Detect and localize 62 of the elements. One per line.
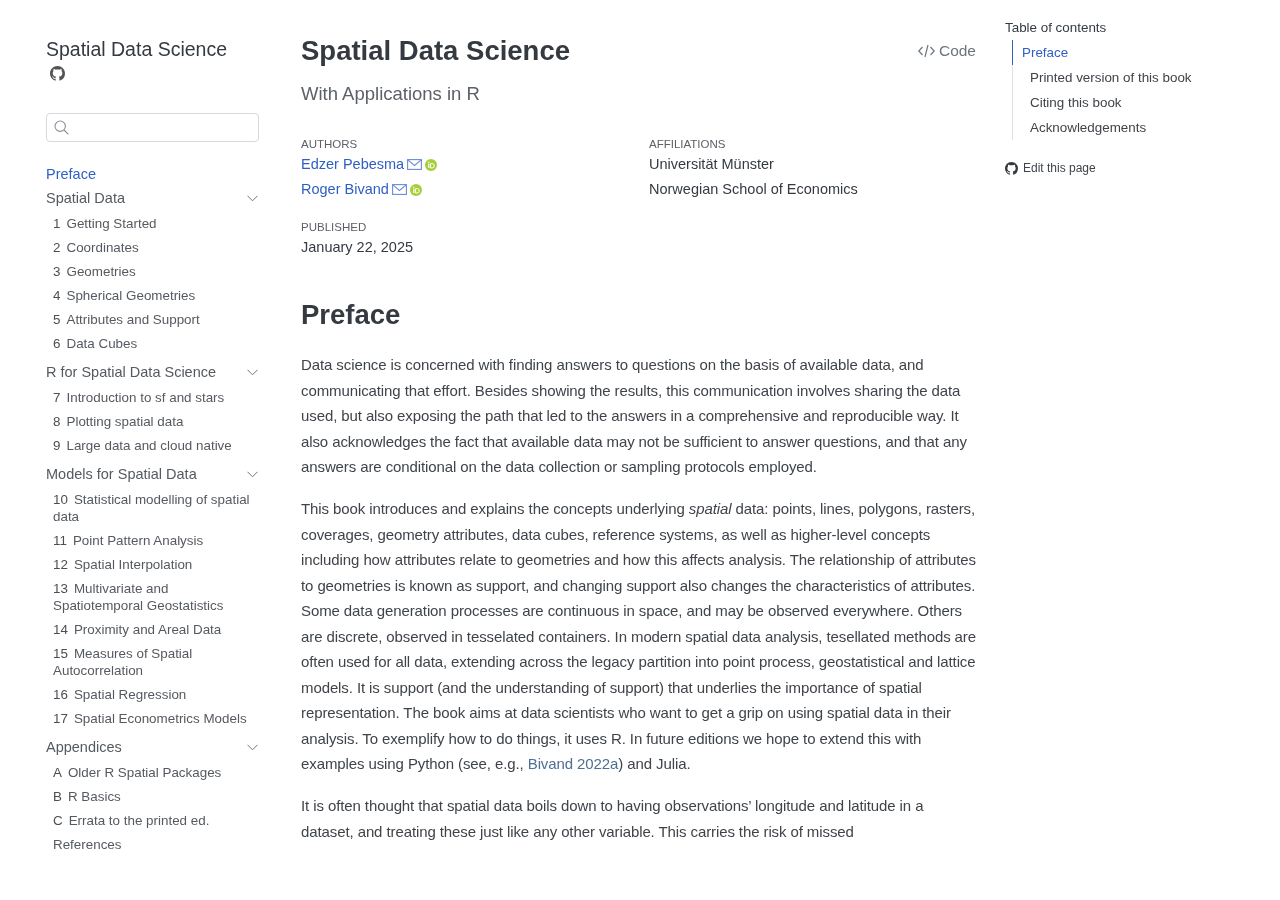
edit-page-link[interactable]: Edit this page — [1005, 160, 1096, 176]
section-heading: Preface — [301, 298, 402, 332]
nav-section-link[interactable]: Spatial Data — [46, 186, 125, 210]
toc-link[interactable]: Printed version of this book — [1013, 65, 1192, 90]
chapter-link[interactable]: A Older R Spatial Packages — [53, 760, 222, 784]
chapter-link[interactable]: 2 Coordinates — [53, 235, 139, 259]
nav-section-link[interactable]: R for Spatial Data Science — [46, 360, 217, 384]
toc-link[interactable]: Acknowledgements — [1013, 115, 1147, 140]
chevron-down-icon[interactable] — [247, 470, 258, 478]
chapter-link[interactable]: 6 Data Cubes — [53, 331, 138, 355]
page-title: Spatial Data Science — [301, 34, 570, 68]
chapter-link[interactable]: 13 Multivariate and Spatiotemporal Geostatistics — [53, 576, 251, 617]
github-icon[interactable] — [50, 66, 65, 81]
code-button[interactable]: Code — [915, 40, 976, 62]
affiliation-text: Norwegian School of Economics — [649, 180, 859, 199]
chapter-link[interactable]: 9 Large data and cloud native — [53, 433, 232, 457]
chapter-link[interactable]: 7 Introduction to sf and stars — [53, 385, 225, 409]
chevron-down-icon[interactable] — [247, 368, 258, 376]
github-icon — [1005, 161, 1018, 175]
chevron-down-icon[interactable] — [247, 743, 258, 751]
mail-icon[interactable] — [391, 184, 407, 195]
site-title[interactable]: Spatial Data Science — [46, 36, 228, 62]
chapter-link[interactable]: 4 Spherical Geometries — [53, 283, 196, 307]
nav-link[interactable]: Preface — [46, 162, 96, 186]
toc-link[interactable]: Citing this book — [1013, 90, 1122, 115]
chapter-link[interactable]: 1 Getting Started — [53, 211, 157, 235]
toc-link[interactable]: Preface — [1012, 40, 1069, 65]
chapter-link[interactable]: 11 Point Pattern Analysis — [53, 528, 204, 552]
code-icon — [917, 44, 935, 58]
toc-title: Table of contents — [1005, 20, 1108, 36]
citation-link[interactable]: Bivand 2022a — [527, 755, 619, 772]
page-subtitle: With Applications in R — [301, 82, 481, 106]
chapter-link[interactable]: 3 Geometries — [53, 259, 136, 283]
author-link[interactable]: Edzer Pebesma — [301, 152, 405, 177]
chapter-link[interactable]: 8 Plotting spatial data — [53, 409, 184, 433]
chapter-link[interactable]: References — [53, 832, 122, 856]
chevron-down-icon[interactable] — [247, 194, 258, 202]
body-paragraph: Data science is concerned with finding answers to questions on the basis of available data, and communicating that effort. Besides showing the results, this communication involves sharing the data used, but also exposing the path that led to the answers in a comprehensive and reproducible way. It also acknowledges the fact that available data may not be sufficient to answer questions, and that any answers are conditional on the data collection or sampling protocols employed. — [301, 355, 968, 477]
search-icon — [54, 120, 69, 135]
chapter-link[interactable]: 16 Spatial Regression — [53, 682, 187, 706]
meta-label: PUBLISHED — [301, 220, 368, 235]
id-icon[interactable] — [425, 158, 438, 171]
affiliation-text: Universität Münster — [649, 155, 775, 174]
body-paragraph: This book introduces and explains the concepts underlying spatial data: points, lines, polygons, rasters, coverages, geometry attributes, data cubes, reference systems, as well as higher-level concepts including how attributes relate to geometries and how this affects analysis. The relationship of attributes to geometries is known as support, and changing support also changes the characteristics of attributes. Some data generation processes are continuous in space, and may be observed everywhere. Others are discrete, observed in tesselated containers. In modern spatial data analysis, tesellated methods are often used for all data, extending across the legacy partition into point process, geostatistical and lattice models. It is support (and the understanding of support) that underlies the importance of spatial representation. The book aims at data scientists who want to get a grip on using spatial data in their analysis. To exemplify how to do things, it uses R. In future editions we hope to extend this with examples using Python (see, e.g., Bivand 2022a) and Julia. — [301, 499, 976, 774]
chapter-link[interactable]: C Errata to the printed ed. — [53, 808, 210, 832]
search-field[interactable] — [46, 113, 259, 142]
chapter-link[interactable]: 14 Proximity and Areal Data — [53, 617, 222, 641]
chapter-link[interactable]: 10 Statistical modelling of spatial data — [53, 487, 251, 528]
chapter-link[interactable]: 17 Spatial Econometrics Models — [53, 706, 247, 730]
author-link[interactable]: Roger Bivand — [301, 177, 389, 202]
meta-label: AUTHORS — [301, 137, 359, 152]
published-date: January 22, 2025 — [301, 238, 415, 257]
mail-icon[interactable] — [407, 159, 423, 170]
id-icon[interactable] — [409, 183, 422, 196]
chapter-link[interactable]: 5 Attributes and Support — [53, 307, 200, 331]
nav-section-link[interactable]: Appendices — [46, 735, 122, 759]
body-paragraph: It is often thought that spatial data boils down to having observations’ longitude and latitude in a dataset, and treating these just like any other variable. This carries the risk of missed — [301, 796, 925, 842]
meta-label: AFFILIATIONS — [649, 137, 727, 152]
chapter-link[interactable]: B R Basics — [53, 784, 121, 808]
chapter-link[interactable]: 12 Spatial Interpolation — [53, 552, 193, 576]
nav-section-link[interactable]: Models for Spatial Data — [46, 462, 197, 486]
chapter-link[interactable]: 15 Measures of Spatial Autocorrelation — [53, 641, 251, 682]
